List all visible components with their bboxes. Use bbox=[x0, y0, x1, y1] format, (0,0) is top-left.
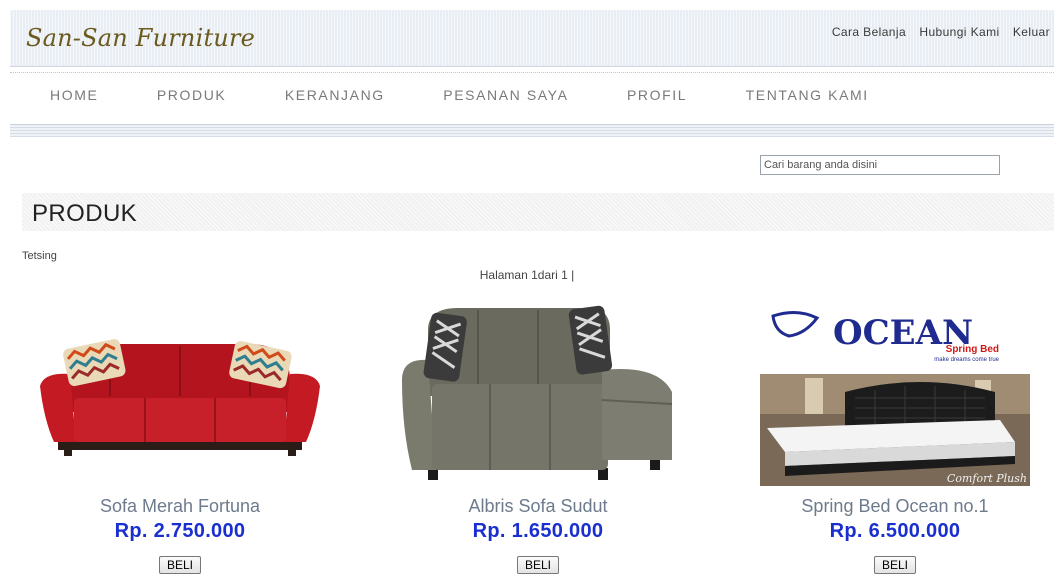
buy-button[interactable]: BELI bbox=[158, 556, 201, 574]
ocean-spring-bed-image: OCEAN Spring Bed make dreams come true C… bbox=[760, 306, 1030, 486]
product-image-spring-bed[interactable]: OCEAN Spring Bed make dreams come true C… bbox=[745, 300, 1045, 488]
pagination-info: Halaman 1dari 1 | bbox=[479, 268, 575, 282]
product-price: Rp. 1.650.000 bbox=[472, 520, 604, 542]
product-price: Rp. 2.750.000 bbox=[114, 520, 246, 542]
top-links: Cara Belanja Hubungi Kami Keluar bbox=[822, 25, 1050, 39]
nav-pesanan-saya[interactable]: PESANAN SAYA bbox=[443, 87, 568, 103]
nav-produk[interactable]: PRODUK bbox=[157, 87, 227, 103]
site-header: San-San Furniture Cara Belanja Hubungi K… bbox=[10, 10, 1054, 67]
image-caption: Comfort Plush bbox=[947, 472, 1027, 485]
product-card: OCEAN Spring Bed make dreams come true C… bbox=[745, 300, 1045, 574]
nav-home[interactable]: HOME bbox=[50, 87, 98, 103]
nav-tentang-kami[interactable]: TENTANG KAMI bbox=[746, 87, 869, 103]
product-name[interactable]: Spring Bed Ocean no.1 bbox=[745, 496, 1045, 517]
product-card: Sofa Merah Fortuna Rp. 2.750.000 BELI bbox=[30, 300, 330, 574]
product-card: Albris Sofa Sudut Rp. 1.650.000 BELI bbox=[388, 300, 688, 574]
product-image-grey-sectional[interactable] bbox=[388, 300, 688, 488]
search-input[interactable] bbox=[760, 155, 1000, 175]
nav-divider-bar bbox=[10, 124, 1054, 137]
product-name[interactable]: Albris Sofa Sudut bbox=[388, 496, 688, 517]
nav-keranjang[interactable]: KERANJANG bbox=[285, 87, 385, 103]
red-sofa-image bbox=[40, 339, 320, 456]
main-nav: HOME PRODUK KERANJANG PESANAN SAYA PROFI… bbox=[10, 72, 1054, 117]
site-logo[interactable]: San-San Furniture bbox=[26, 24, 255, 52]
buy-button[interactable]: BELI bbox=[516, 556, 559, 574]
link-hubungi-kami[interactable]: Hubungi Kami bbox=[919, 25, 999, 39]
buy-button[interactable]: BELI bbox=[873, 556, 916, 574]
grey-sectional-sofa-image bbox=[402, 305, 673, 480]
link-keluar[interactable]: Keluar bbox=[1013, 25, 1050, 39]
product-image-red-sofa[interactable] bbox=[30, 300, 330, 488]
product-price: Rp. 6.500.000 bbox=[829, 520, 961, 542]
category-note: Tetsing bbox=[22, 250, 57, 262]
link-cara-belanja[interactable]: Cara Belanja bbox=[832, 25, 906, 39]
brand-tagline: make dreams come true bbox=[934, 357, 999, 363]
page-title: PRODUK bbox=[32, 200, 138, 227]
section-header: PRODUK bbox=[22, 193, 1054, 231]
brand-sub: Spring Bed bbox=[946, 344, 999, 355]
nav-profil[interactable]: PROFIL bbox=[627, 87, 687, 103]
product-name[interactable]: Sofa Merah Fortuna bbox=[30, 496, 330, 517]
